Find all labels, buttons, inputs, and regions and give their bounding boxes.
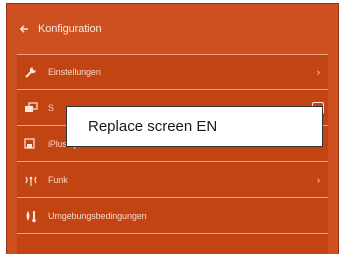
screens-icon xyxy=(23,100,39,116)
header-bar: Konfiguration xyxy=(7,4,338,54)
chevron-right-icon: › xyxy=(317,67,320,77)
save-device-icon xyxy=(23,136,39,152)
replace-screen-overlay: Replace screen EN xyxy=(66,106,323,147)
arrow-left-icon[interactable] xyxy=(17,22,31,36)
menu-item-label: Umgebungsbedingungen xyxy=(48,210,147,221)
menu-item-umgebungsbedingungen[interactable]: Umgebungsbedingungen xyxy=(17,198,328,234)
radio-icon xyxy=(23,172,39,188)
menu-item-label: S xyxy=(48,102,54,113)
menu-item-label: Funk xyxy=(48,174,68,185)
chevron-right-icon: › xyxy=(317,174,320,185)
menu-item-label: Einstellungen xyxy=(48,67,101,77)
environment-icon xyxy=(23,208,39,224)
overlay-label: Replace screen EN xyxy=(88,118,218,135)
menu-item-funk[interactable]: Funk › xyxy=(17,162,328,198)
menu-item-einstellungen[interactable]: Einstellungen › xyxy=(17,54,328,90)
page-title: Konfiguration xyxy=(38,23,102,35)
config-menu: Einstellungen › S iPlus speichern xyxy=(17,54,328,254)
wrench-icon xyxy=(23,64,39,80)
